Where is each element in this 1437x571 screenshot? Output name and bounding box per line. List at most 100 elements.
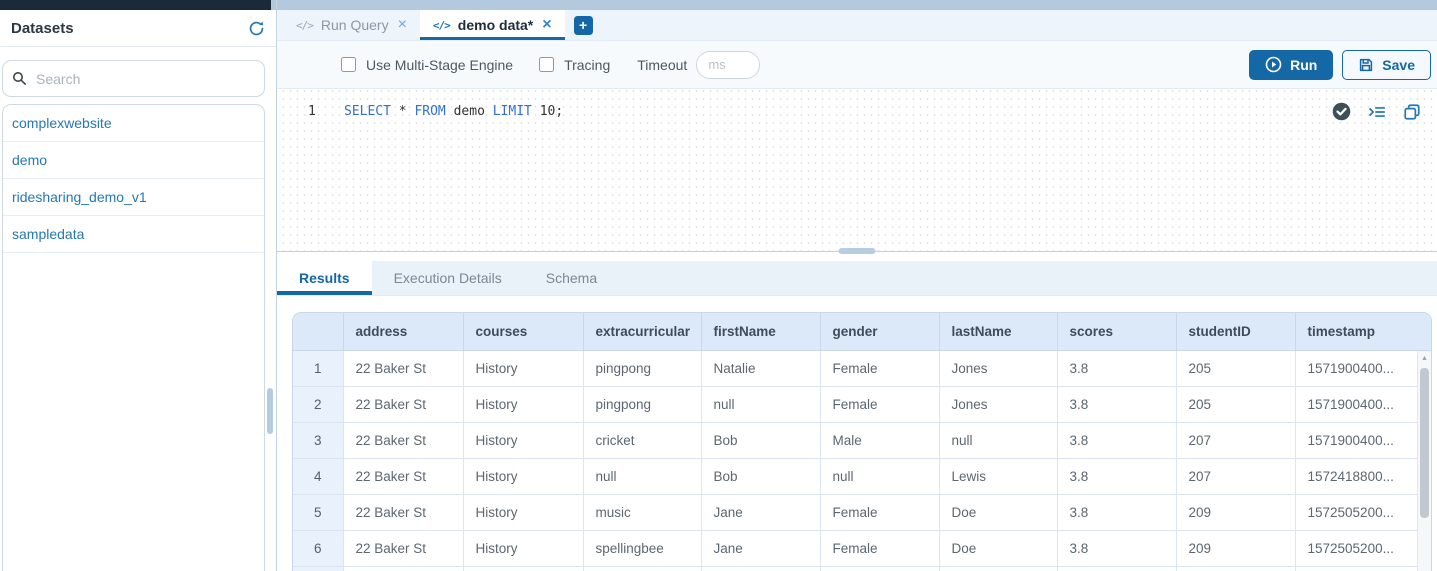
table-cell: 1571900400... [1295,422,1432,458]
table-row-partial [293,566,1432,571]
run-button[interactable]: Run [1249,50,1333,80]
save-button[interactable]: Save [1342,50,1431,80]
row-number-cell: 4 [293,458,343,494]
table-cell: 1572505200... [1295,494,1432,530]
tab-execution-details[interactable]: Execution Details [372,261,524,295]
search-icon [12,71,27,86]
floppy-disk-icon [1358,57,1374,73]
code-icon: </> [433,19,450,32]
query-console: Datasets complexwebsitedemoridesharing_d… [0,0,1437,571]
sql-token: LIMIT [493,104,532,119]
editor-icons [1332,102,1421,121]
row-number-header [293,313,343,350]
format-query-icon[interactable] [1368,103,1386,121]
column-header[interactable]: address [343,313,463,350]
table-scrollbar-thumb[interactable] [1420,368,1429,518]
resize-handle[interactable] [839,248,876,254]
new-tab-button[interactable]: + [574,16,593,35]
table-cell: 22 Baker St [343,386,463,422]
tab-results[interactable]: Results [277,261,372,295]
table-cell: 3.8 [1057,422,1176,458]
table-cell: 207 [1176,422,1295,458]
row-number-cell: 1 [293,350,343,386]
dataset-item[interactable]: demo [3,142,264,179]
tab-label: Run Query [321,17,389,33]
column-header[interactable]: scores [1057,313,1176,350]
table-cell [1057,566,1176,571]
row-number-cell: 2 [293,386,343,422]
table-cell: History [463,494,583,530]
table-cell [1295,566,1432,571]
sidebar-scrollbar-thumb[interactable] [267,388,273,434]
column-header[interactable]: firstName [701,313,820,350]
column-header[interactable]: studentID [1176,313,1295,350]
tab-demo-data[interactable]: </> demo data* × [420,10,565,40]
scroll-up-icon[interactable]: ▲ [1418,351,1431,366]
sql-token: 10; [532,104,563,119]
column-header[interactable]: timestamp [1295,313,1432,350]
tracing-checkbox[interactable] [539,57,554,72]
dataset-list: complexwebsitedemoridesharing_demo_v1sam… [2,104,265,571]
close-tab-icon[interactable]: × [398,17,407,33]
table-cell: 3.8 [1057,350,1176,386]
table-cell: null [939,422,1057,458]
table-cell: spellingbee [583,530,701,566]
multi-stage-checkbox[interactable] [341,57,356,72]
table-cell: 1572418800... [1295,458,1432,494]
row-number-cell [293,566,343,571]
table-row: 122 Baker StHistorypingpongNatalieFemale… [293,350,1432,386]
dataset-item[interactable]: sampledata [3,216,264,253]
table-cell: 3.8 [1057,458,1176,494]
sql-editor[interactable]: 1 SELECT * FROM demo LIMIT 10; [277,88,1437,252]
column-header[interactable]: lastName [939,313,1057,350]
dataset-item[interactable]: complexwebsite [3,105,264,142]
timeout-label: Timeout [637,57,687,73]
sql-token: SELECT [344,104,391,119]
line-number: 1 [308,104,316,119]
sql-token: FROM [414,104,445,119]
results-panel: addresscoursesextracurricularfirstNamege… [277,296,1437,571]
tracing-label: Tracing [564,57,610,73]
table-row: 522 Baker StHistorymusicJaneFemaleDoe3.8… [293,494,1432,530]
tab-run-query[interactable]: </> Run Query × [283,10,420,40]
table-cell: Lewis [939,458,1057,494]
tracing-group: Tracing [539,57,610,73]
table-cell [343,566,463,571]
table-row: 322 Baker StHistorycricketBobMalenull3.8… [293,422,1432,458]
refresh-icon[interactable] [248,20,265,37]
dataset-item[interactable]: ridesharing_demo_v1 [3,179,264,216]
table-cell: Natalie [701,350,820,386]
column-header[interactable]: gender [820,313,939,350]
table-cell: Bob [701,458,820,494]
table-cell: 1571900400... [1295,350,1432,386]
table-cell: 3.8 [1057,530,1176,566]
search-input[interactable] [36,71,255,87]
row-number-cell: 6 [293,530,343,566]
sql-token: demo [446,104,493,119]
code-icon: </> [296,19,313,32]
column-header[interactable]: extracurricular [583,313,701,350]
table-scrollbar[interactable]: ▲ [1417,351,1431,571]
close-tab-icon[interactable]: × [542,17,551,33]
row-number-cell: 3 [293,422,343,458]
table-cell: 209 [1176,530,1295,566]
table-cell [701,566,820,571]
table-row: 222 Baker StHistorypingpongnullFemaleJon… [293,386,1432,422]
tab-schema[interactable]: Schema [524,261,619,295]
table-cell [1176,566,1295,571]
table-cell: Bob [701,422,820,458]
row-number-cell: 5 [293,494,343,530]
timeout-input[interactable] [696,51,760,79]
dataset-search [2,60,265,97]
tab-label: demo data* [458,17,533,33]
table-cell: Male [820,422,939,458]
table-cell: History [463,422,583,458]
table-cell: 205 [1176,386,1295,422]
table-cell: Jane [701,494,820,530]
table-cell: 22 Baker St [343,350,463,386]
table-cell: 207 [1176,458,1295,494]
copy-query-icon[interactable] [1403,103,1421,121]
column-header[interactable]: courses [463,313,583,350]
results-tabbar: Results Execution Details Schema [277,261,1437,296]
table-cell: 22 Baker St [343,494,463,530]
